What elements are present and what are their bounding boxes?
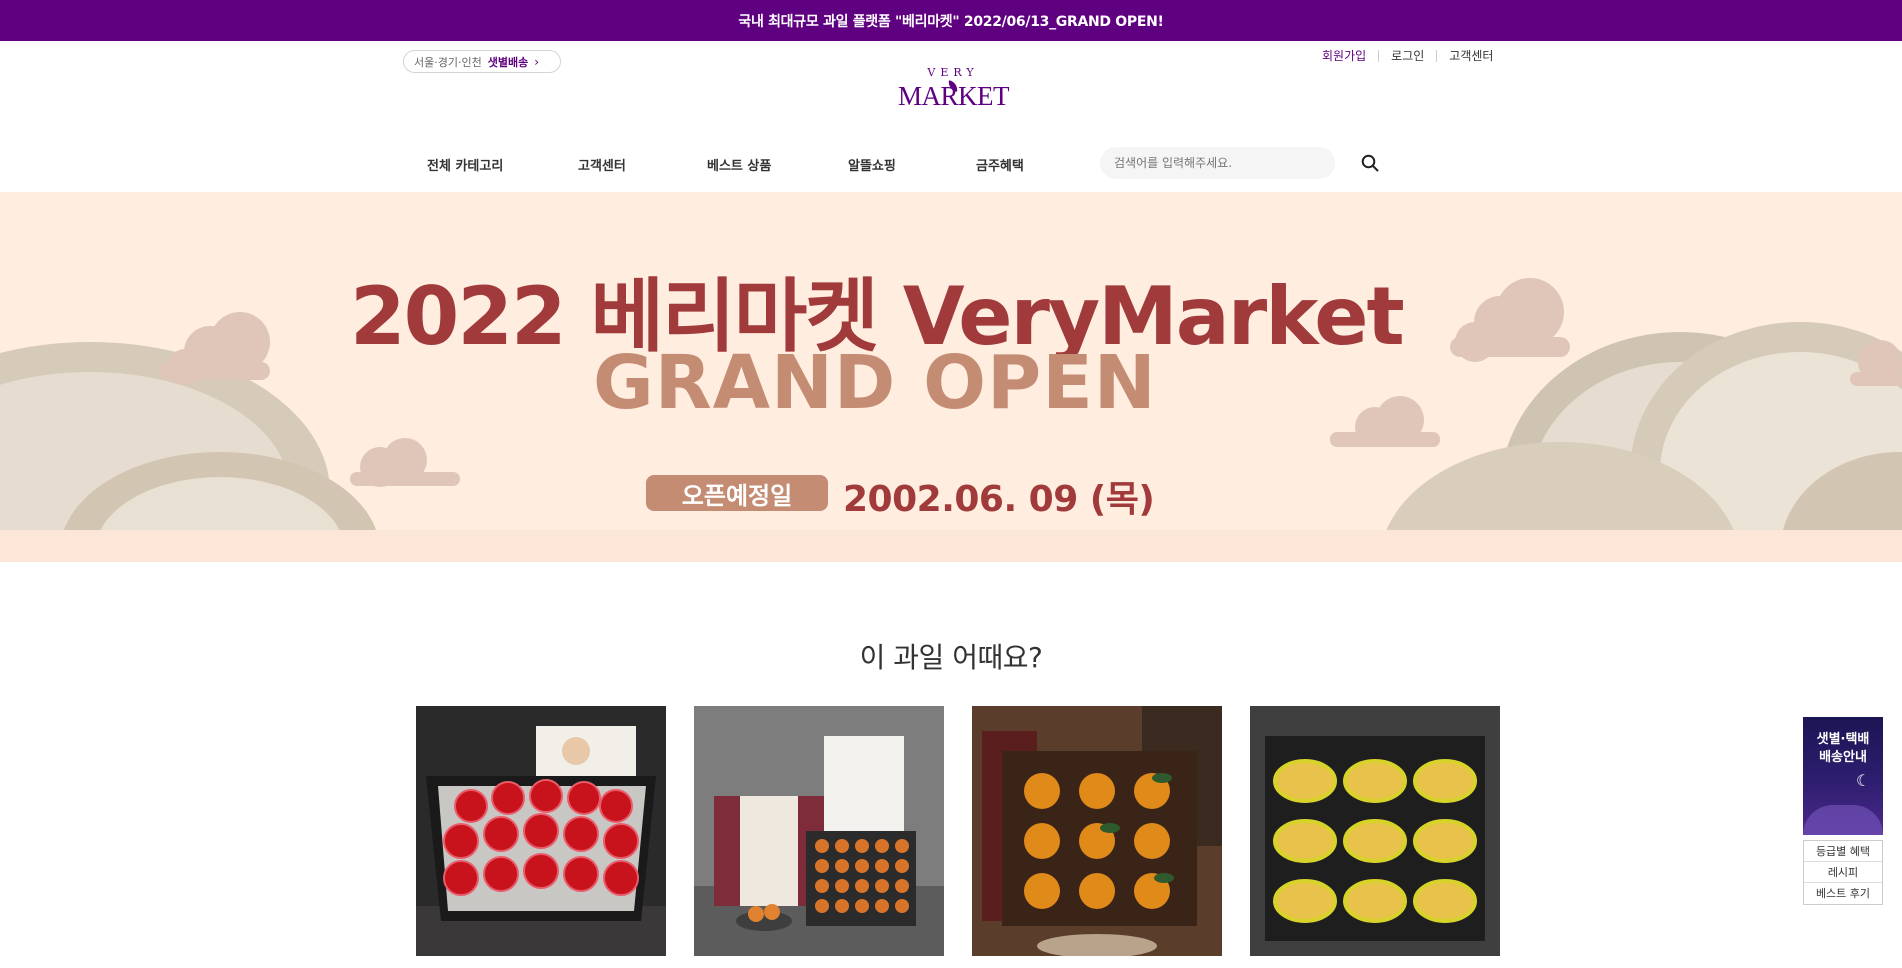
top-announcement-bar[interactable]: 국내 최대규모 과일 플랫폼 "베리마켓" 2022/06/13_GRAND O…: [0, 0, 1902, 41]
delivery-guide-banner[interactable]: 샛별·택배 배송안내 ☾: [1803, 717, 1883, 835]
login-link[interactable]: 로그인: [1379, 47, 1436, 64]
side-link-recipe[interactable]: 레시피: [1804, 862, 1882, 883]
dried-persimmon-gift-set-image: [694, 706, 944, 956]
product-card-apple[interactable]: [416, 706, 666, 956]
site-logo[interactable]: VERY MARKET: [898, 66, 1010, 122]
hero-banner[interactable]: 2022 베리마켓 VeryMarket GRAND OPEN 오픈예정일 20…: [0, 192, 1902, 562]
product-list: [416, 706, 1500, 956]
nav-weekly-benefits[interactable]: 금주혜택: [976, 155, 1024, 174]
nav-all-categories[interactable]: 전체 카테고리: [427, 155, 503, 174]
search-button[interactable]: [1358, 151, 1382, 175]
nav-bargain-shopping[interactable]: 알뜰쇼핑: [848, 155, 896, 174]
moon-icon: ☾: [1856, 771, 1871, 790]
user-menu: 회원가입 로그인 고객센터: [1310, 47, 1505, 64]
logo-very-text: VERY: [927, 66, 979, 79]
side-link-best-reviews[interactable]: 베스트 후기: [1804, 883, 1882, 904]
main-navigation: 전체 카테고리 고객센터 베스트 상품 알뜰쇼핑 금주혜택: [0, 142, 1902, 184]
nav-customer-center[interactable]: 고객센터: [578, 155, 626, 174]
side-links: 등급별 혜택 레시피 베스트 후기: [1803, 840, 1883, 905]
search-input[interactable]: [1114, 156, 1314, 170]
open-date-badge: 오픈예정일: [646, 475, 828, 511]
apple-gift-box-image: [416, 706, 666, 956]
customer-center-link[interactable]: 고객센터: [1437, 47, 1505, 64]
search-field[interactable]: [1100, 147, 1335, 179]
delivery-guide-line1: 샛별·택배: [1816, 732, 1870, 747]
mango-gift-box-image: [1250, 706, 1500, 956]
open-date-text: 2002.06. 09 (목): [843, 479, 1155, 520]
search-icon: [1361, 154, 1379, 172]
banner-floor: [0, 530, 1902, 562]
product-card-mango[interactable]: [1250, 706, 1500, 956]
product-card-persimmon[interactable]: [972, 706, 1222, 956]
persimmon-gift-box-image: [972, 706, 1222, 956]
product-card-dried-persimmon[interactable]: [694, 706, 944, 956]
banner-subtitle: GRAND OPEN: [593, 340, 1157, 426]
chevron-right-icon: ›: [534, 54, 540, 69]
delivery-type-label: 샛별배송: [487, 55, 529, 69]
side-link-grade-benefits[interactable]: 등급별 혜택: [1804, 841, 1882, 862]
banner-hill: [1803, 805, 1883, 835]
side-quick-menu: 샛별·택배 배송안내 ☾ 등급별 혜택 레시피 베스트 후기: [1803, 717, 1883, 905]
nav-best-products[interactable]: 베스트 상품: [707, 155, 771, 174]
delivery-area-button[interactable]: 서울·경기·인천 샛별배송 ›: [403, 50, 561, 73]
recommend-section-title: 이 과일 어때요?: [859, 641, 1043, 674]
delivery-area-label: 서울·경기·인천: [414, 55, 482, 69]
signup-link[interactable]: 회원가입: [1310, 47, 1378, 64]
announcement-text: 국내 최대규모 과일 플랫폼 "베리마켓" 2022/06/13_GRAND O…: [738, 13, 1164, 30]
delivery-guide-line2: 배송안내: [1819, 750, 1867, 765]
